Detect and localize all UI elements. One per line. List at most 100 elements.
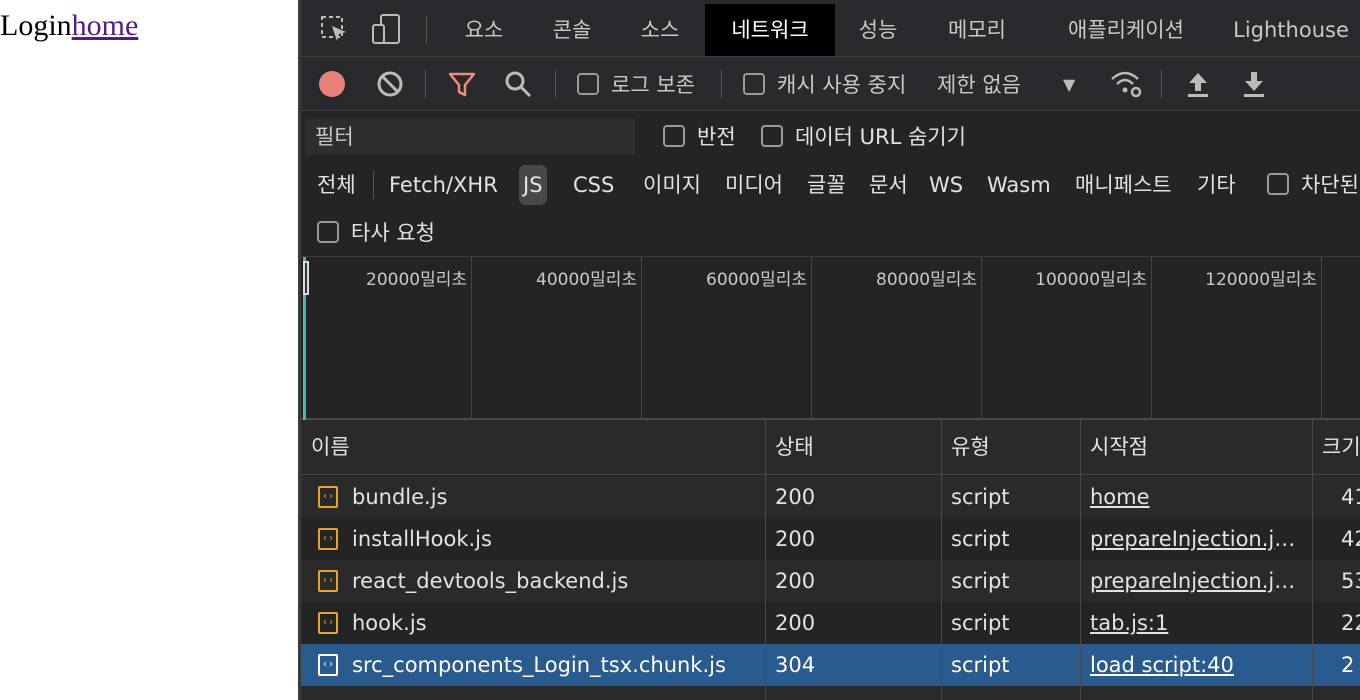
row-type: script — [951, 611, 1010, 635]
type-ws[interactable]: WS — [925, 165, 967, 205]
devtools-tab-bar: 요소 콘솔 소스 네트워크 성능 메모리 애플리케이션 Lighthouse — [301, 0, 1360, 57]
row-status: 200 — [775, 527, 816, 551]
download-har-icon[interactable] — [1241, 57, 1267, 111]
disable-cache-label: 캐시 사용 중지 — [777, 73, 907, 97]
type-img[interactable]: 이미지 — [639, 165, 705, 205]
tab-memory[interactable]: 메모리 — [927, 4, 1027, 56]
table-row[interactable]: ‹› installHook.js 200 script prepareInje… — [301, 518, 1360, 560]
tab-network[interactable]: 네트워크 — [705, 4, 835, 56]
row-name: react_devtools_backend.js — [352, 569, 629, 593]
type-css[interactable]: CSS — [569, 165, 618, 205]
row-status: 200 — [775, 611, 816, 635]
preserve-log-checkbox[interactable]: 로그 보존 — [577, 57, 695, 111]
table-row[interactable]: ‹› react_devtools_backend.js 200 script … — [301, 560, 1360, 602]
row-initiator-link[interactable]: tab.js:1 — [1080, 602, 1302, 644]
row-size: 53 — [1341, 569, 1360, 593]
third-party-checkbox[interactable]: 타사 요청 — [317, 207, 435, 257]
overview-range-handle[interactable] — [303, 261, 309, 295]
overview-tick-label: 120000밀리초 — [1205, 270, 1317, 290]
type-font[interactable]: 글꼴 — [803, 165, 850, 205]
element-picker-icon[interactable] — [317, 12, 351, 46]
overview-tick-label: 80000밀리초 — [876, 270, 977, 290]
table-row[interactable]: ‹› bundle.js 200 script home 41 — [301, 476, 1360, 518]
row-initiator-link[interactable]: prepareInjection.js:1 — [1080, 560, 1302, 602]
type-doc[interactable]: 문서 — [865, 165, 912, 205]
overview-tick-label: 40000밀리초 — [536, 270, 637, 290]
row-status: 200 — [775, 569, 816, 593]
row-type: script — [951, 485, 1010, 509]
requests-list: ‹› bundle.js 200 script home 41 ‹› insta… — [301, 476, 1360, 700]
script-file-icon: ‹› — [318, 570, 338, 592]
preserve-log-box[interactable] — [577, 73, 599, 95]
row-initiator-link[interactable]: prepareInjection.js:1 — [1080, 518, 1302, 560]
search-icon[interactable] — [503, 57, 533, 111]
blocked-box[interactable] — [1267, 173, 1289, 195]
tab-performance[interactable]: 성능 — [839, 4, 917, 56]
column-header-status[interactable]: 상태 — [765, 420, 941, 475]
row-name: bundle.js — [352, 485, 448, 509]
device-toggle-icon[interactable] — [369, 12, 403, 46]
table-row-selected[interactable]: ‹› src_components_Login_tsx.chunk.js 304… — [301, 644, 1360, 686]
column-header-initiator[interactable]: 시작점 — [1080, 420, 1312, 475]
overview-tick-label: 100000밀리초 — [1035, 270, 1147, 290]
script-file-icon: ‹› — [318, 612, 338, 634]
type-js[interactable]: JS — [519, 165, 547, 205]
third-party-label: 타사 요청 — [351, 221, 435, 245]
invert-checkbox[interactable]: 반전 — [663, 111, 736, 161]
row-name: src_components_Login_tsx.chunk.js — [352, 653, 726, 677]
tab-sources[interactable]: 소스 — [621, 4, 699, 56]
column-header-name[interactable]: 이름 — [301, 420, 765, 475]
overview-tick-label: 60000밀리초 — [706, 270, 807, 290]
tab-application[interactable]: 애플리케이션 — [1041, 4, 1211, 56]
tab-lighthouse[interactable]: Lighthouse — [1221, 4, 1360, 56]
tab-elements[interactable]: 요소 — [445, 4, 523, 56]
table-row[interactable]: ‹› hook.js 200 script tab.js:1 22 — [301, 602, 1360, 644]
column-header-size[interactable]: 크기 — [1312, 420, 1360, 475]
row-status: 200 — [775, 485, 816, 509]
filter-row: 반전 데이터 URL 숨기기 — [301, 111, 1360, 161]
filter-icon[interactable] — [447, 57, 477, 111]
overview-tick-label: 20000밀리초 — [366, 270, 467, 290]
disable-cache-box[interactable] — [743, 73, 765, 95]
row-size: 42 — [1341, 527, 1360, 551]
disable-cache-checkbox[interactable]: 캐시 사용 중지 — [743, 57, 906, 111]
column-header-type[interactable]: 유형 — [941, 420, 1080, 475]
blocked-checkbox[interactable]: 차단된 — [1267, 161, 1359, 207]
type-fetch-xhr[interactable]: Fetch/XHR — [385, 165, 502, 205]
upload-har-icon[interactable] — [1185, 57, 1211, 111]
type-all[interactable]: 전체 — [313, 165, 360, 205]
type-manifest[interactable]: 매니페스트 — [1071, 165, 1176, 205]
row-initiator-link[interactable]: home — [1080, 476, 1302, 518]
row-type: script — [951, 569, 1010, 593]
invert-box[interactable] — [663, 125, 685, 147]
script-file-icon: ‹› — [318, 528, 338, 550]
row-size: 2 — [1341, 653, 1355, 677]
third-party-box[interactable] — [317, 221, 339, 243]
invert-label: 반전 — [697, 125, 736, 149]
network-toolbar: 로그 보존 캐시 사용 중지 제한 없음 ▼ — [301, 57, 1360, 111]
home-link[interactable]: home — [72, 9, 139, 42]
page-viewport: Loginhome — [0, 0, 298, 700]
type-other[interactable]: 기타 — [1193, 165, 1240, 205]
blocked-label: 차단된 — [1301, 173, 1359, 197]
clear-icon[interactable] — [375, 57, 405, 111]
row-name: installHook.js — [352, 527, 492, 551]
type-wasm[interactable]: Wasm — [983, 165, 1055, 205]
hide-data-urls-checkbox[interactable]: 데이터 URL 숨기기 — [761, 111, 966, 161]
row-size: 22 — [1341, 611, 1360, 635]
network-overview[interactable]: 20000밀리초 40000밀리초 60000밀리초 80000밀리초 1000… — [301, 257, 1360, 420]
tab-console[interactable]: 콘솔 — [533, 4, 611, 56]
record-button[interactable] — [317, 57, 347, 111]
filter-input[interactable] — [305, 119, 635, 155]
row-size: 41 — [1341, 485, 1360, 509]
chevron-down-icon: ▼ — [1062, 74, 1076, 94]
network-conditions-icon[interactable] — [1109, 57, 1143, 111]
third-party-row: 타사 요청 — [301, 207, 1360, 257]
row-initiator-link[interactable]: load script:40 — [1080, 644, 1302, 686]
type-media[interactable]: 미디어 — [721, 165, 787, 205]
row-type: script — [951, 527, 1010, 551]
throttling-select[interactable]: 제한 없음 ▼ — [937, 57, 1075, 111]
row-name: hook.js — [352, 611, 427, 635]
hide-data-urls-box[interactable] — [761, 125, 783, 147]
login-text: Login — [0, 9, 72, 42]
